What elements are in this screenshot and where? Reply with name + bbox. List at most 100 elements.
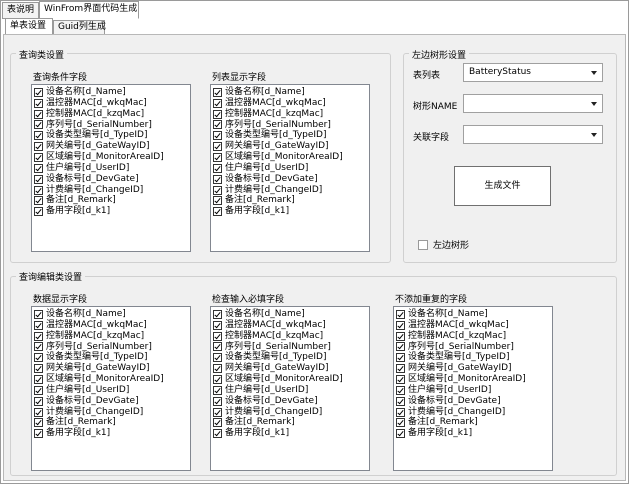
tree-name-combo[interactable]	[463, 94, 603, 113]
list-item[interactable]: 备注[d_Remark]	[213, 195, 369, 206]
checkbox-checked-icon[interactable]	[213, 407, 222, 417]
no-duplicate-fields-list[interactable]: 设备名称[d_Name] 温控器MAC[d_wkqMac] 控制器MAC[d_kzq…	[393, 306, 553, 471]
checkbox-checked-icon[interactable]	[213, 163, 222, 173]
list-item[interactable]: 设备类型编号[d_TypeID]	[213, 130, 369, 141]
list-item[interactable]: 设备标号[d_DevGate]	[396, 396, 552, 407]
list-item[interactable]: 设备标号[d_DevGate]	[34, 396, 190, 407]
checkbox-checked-icon[interactable]	[34, 131, 43, 141]
checkbox-checked-icon[interactable]	[213, 385, 222, 395]
table-list-combo[interactable]: BatteryStatus	[463, 63, 603, 82]
checkbox-checked-icon[interactable]	[34, 429, 43, 439]
checkbox-checked-icon[interactable]	[34, 87, 43, 97]
list-item[interactable]: 计费编号[d_ChangeID]	[34, 185, 190, 196]
list-item[interactable]: 备用字段[d_k1]	[396, 428, 552, 439]
checkbox-checked-icon[interactable]	[213, 174, 222, 184]
list-item[interactable]: 备用字段[d_k1]	[34, 428, 190, 439]
list-item[interactable]: 控制器MAC[d_kzqMac]	[396, 331, 552, 342]
list-item[interactable]: 温控器MAC[d_wkqMac]	[34, 98, 190, 109]
list-item[interactable]: 设备名称[d_Name]	[34, 87, 190, 98]
checkbox-checked-icon[interactable]	[396, 309, 405, 319]
checkbox-checked-icon[interactable]	[34, 385, 43, 395]
checkbox-checked-icon[interactable]	[34, 120, 43, 130]
list-item[interactable]: 网关编号[d_GateWayID]	[213, 363, 369, 374]
checkbox-box[interactable]	[418, 239, 428, 250]
checkbox-checked-icon[interactable]	[34, 174, 43, 184]
list-item[interactable]: 温控器MAC[d_wkqMac]	[213, 320, 369, 331]
checkbox-checked-icon[interactable]	[34, 98, 43, 108]
list-item[interactable]: 计费编号[d_ChangeID]	[34, 407, 190, 418]
list-item[interactable]: 计费编号[d_ChangeID]	[213, 185, 369, 196]
checkbox-checked-icon[interactable]	[396, 353, 405, 363]
checkbox-checked-icon[interactable]	[213, 142, 222, 152]
list-item[interactable]: 备用字段[d_k1]	[34, 206, 190, 217]
list-item[interactable]: 备注[d_Remark]	[34, 195, 190, 206]
list-item[interactable]: 控制器MAC[d_kzqMac]	[34, 331, 190, 342]
checkbox-checked-icon[interactable]	[213, 207, 222, 217]
list-item[interactable]: 计费编号[d_ChangeID]	[213, 407, 369, 418]
list-item[interactable]: 住户编号[d_UserID]	[34, 385, 190, 396]
checkbox-checked-icon[interactable]	[34, 109, 43, 119]
checkbox-checked-icon[interactable]	[34, 320, 43, 330]
checkbox-checked-icon[interactable]	[34, 407, 43, 417]
checkbox-checked-icon[interactable]	[213, 309, 222, 319]
list-item[interactable]: 序列号[d_SerialNumber]	[34, 342, 190, 353]
checkbox-checked-icon[interactable]	[34, 152, 43, 162]
display-fields-list[interactable]: 设备名称[d_Name] 温控器MAC[d_wkqMac] 控制器MAC[d_kzq…	[210, 84, 370, 252]
relation-field-combo[interactable]	[463, 125, 603, 144]
list-item[interactable]: 备用字段[d_k1]	[213, 428, 369, 439]
list-item[interactable]: 温控器MAC[d_wkqMac]	[213, 98, 369, 109]
list-item[interactable]: 住户编号[d_UserID]	[213, 163, 369, 174]
list-item[interactable]: 网关编号[d_GateWayID]	[213, 141, 369, 152]
checkbox-checked-icon[interactable]	[34, 331, 43, 341]
checkbox-checked-icon[interactable]	[396, 374, 405, 384]
checkbox-checked-icon[interactable]	[34, 342, 43, 352]
list-item[interactable]: 备注[d_Remark]	[213, 417, 369, 428]
list-item[interactable]: 网关编号[d_GateWayID]	[34, 363, 190, 374]
list-item[interactable]: 住户编号[d_UserID]	[213, 385, 369, 396]
checkbox-checked-icon[interactable]	[396, 385, 405, 395]
tab-single-table[interactable]: 单表设置	[5, 18, 53, 35]
list-item[interactable]: 温控器MAC[d_wkqMac]	[396, 320, 552, 331]
list-item[interactable]: 序列号[d_SerialNumber]	[213, 120, 369, 131]
checkbox-checked-icon[interactable]	[213, 196, 222, 206]
checkbox-checked-icon[interactable]	[213, 109, 222, 119]
checkbox-checked-icon[interactable]	[34, 142, 43, 152]
list-item[interactable]: 序列号[d_SerialNumber]	[34, 120, 190, 131]
list-item[interactable]: 设备名称[d_Name]	[213, 309, 369, 320]
tab-winform-codegen[interactable]: WinFrom界面代码生成	[39, 1, 139, 19]
data-display-fields-list[interactable]: 设备名称[d_Name] 温控器MAC[d_wkqMac] 控制器MAC[d_kzq…	[31, 306, 191, 471]
list-item[interactable]: 控制器MAC[d_kzqMac]	[213, 109, 369, 120]
left-tree-checkbox[interactable]: 左边树形	[418, 238, 469, 251]
tab-guid-column[interactable]: Guid列生成	[53, 20, 106, 35]
list-item[interactable]: 设备名称[d_Name]	[34, 309, 190, 320]
checkbox-checked-icon[interactable]	[396, 396, 405, 406]
checkbox-checked-icon[interactable]	[213, 152, 222, 162]
list-item[interactable]: 备注[d_Remark]	[34, 417, 190, 428]
list-item[interactable]: 设备名称[d_Name]	[213, 87, 369, 98]
list-item[interactable]: 控制器MAC[d_kzqMac]	[34, 109, 190, 120]
checkbox-checked-icon[interactable]	[396, 342, 405, 352]
checkbox-checked-icon[interactable]	[213, 98, 222, 108]
required-fields-list[interactable]: 设备名称[d_Name] 温控器MAC[d_wkqMac] 控制器MAC[d_kzq…	[210, 306, 370, 471]
list-item[interactable]: 住户编号[d_UserID]	[396, 385, 552, 396]
list-item[interactable]: 设备名称[d_Name]	[396, 309, 552, 320]
generate-file-button[interactable]: 生成文件	[454, 166, 551, 206]
list-item[interactable]: 控制器MAC[d_kzqMac]	[213, 331, 369, 342]
chevron-down-icon[interactable]	[591, 71, 597, 75]
condition-fields-list[interactable]: 设备名称[d_Name] 温控器MAC[d_wkqMac] 控制器MAC[d_kzq…	[31, 84, 191, 252]
checkbox-checked-icon[interactable]	[213, 320, 222, 330]
checkbox-checked-icon[interactable]	[213, 374, 222, 384]
list-item[interactable]: 区域编号[d_MonitorAreaID]	[213, 374, 369, 385]
checkbox-checked-icon[interactable]	[396, 331, 405, 341]
checkbox-checked-icon[interactable]	[213, 418, 222, 428]
checkbox-checked-icon[interactable]	[34, 163, 43, 173]
checkbox-checked-icon[interactable]	[396, 407, 405, 417]
list-item[interactable]: 区域编号[d_MonitorAreaID]	[396, 374, 552, 385]
chevron-down-icon[interactable]	[591, 133, 597, 137]
checkbox-checked-icon[interactable]	[213, 331, 222, 341]
list-item[interactable]: 温控器MAC[d_wkqMac]	[34, 320, 190, 331]
list-item[interactable]: 设备类型编号[d_TypeID]	[213, 352, 369, 363]
checkbox-checked-icon[interactable]	[213, 396, 222, 406]
list-item[interactable]: 备注[d_Remark]	[396, 417, 552, 428]
checkbox-checked-icon[interactable]	[213, 364, 222, 374]
